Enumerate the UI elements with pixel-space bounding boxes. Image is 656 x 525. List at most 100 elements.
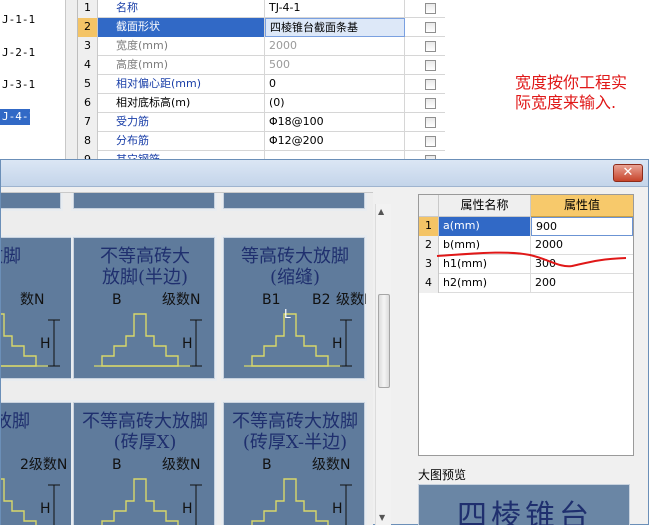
tile-n-label: 数N bbox=[20, 292, 44, 308]
property-name: 宽度(mm) bbox=[98, 37, 265, 56]
gallery-tile[interactable]: 不等高砖大放脚 (砖厚X-半边) B 级数N H bbox=[221, 400, 367, 525]
tile-h-label: H bbox=[182, 501, 193, 517]
tile-n-label: 级数N bbox=[162, 457, 200, 473]
tree-item-selected[interactable]: J-4-1 bbox=[0, 109, 35, 125]
header-attr-name: 属性名称 bbox=[439, 195, 531, 217]
tree-item[interactable]: J-1-1 bbox=[0, 12, 35, 28]
property-value[interactable]: 2000 bbox=[265, 37, 405, 56]
gallery-tile-partial[interactable] bbox=[1, 193, 63, 211]
attribute-value[interactable]: 900 bbox=[531, 217, 633, 236]
attribute-value[interactable]: 300 bbox=[531, 255, 633, 274]
preview-title: 四棱锥台 bbox=[457, 499, 593, 525]
property-checkbox[interactable] bbox=[425, 79, 436, 90]
component-tree: J-1-1 J-2-1 J-3-1 J-4-1 bbox=[0, 0, 66, 160]
tile-title-line1: 不等高砖大 bbox=[100, 246, 190, 267]
scroll-down-icon[interactable]: ▼ bbox=[379, 513, 385, 522]
property-value[interactable]: 0 bbox=[265, 75, 405, 94]
scroll-thumb[interactable] bbox=[378, 294, 390, 388]
property-row[interactable]: 3 宽度(mm) 2000 bbox=[78, 37, 445, 56]
tile-title-line1: 不等高砖大放脚 bbox=[82, 411, 208, 432]
row-number: 8 bbox=[78, 132, 98, 151]
row-number: 4 bbox=[78, 56, 98, 75]
gallery-tile[interactable]: 大放脚 2级数N H bbox=[1, 400, 75, 525]
attribute-name: b(mm) bbox=[439, 236, 531, 255]
property-row[interactable]: 7 受力筋 Φ18@100 bbox=[78, 113, 445, 132]
tile-drawing: 放脚数N H bbox=[1, 246, 60, 367]
property-row[interactable]: 5 相对偏心距(mm) 0 bbox=[78, 75, 445, 94]
tile-title-line2: (砖厚X-半边) bbox=[243, 432, 347, 453]
attribute-table-header: 属性名称 属性值 bbox=[419, 195, 633, 217]
tree-item[interactable]: J-3-1 bbox=[0, 77, 35, 93]
tile-title-line2: 放脚(半边) bbox=[102, 267, 188, 288]
property-name: 截面形状 bbox=[98, 18, 265, 37]
row-number: 1 bbox=[419, 217, 439, 236]
property-checkbox[interactable] bbox=[425, 3, 436, 14]
preview-label: 大图预览 bbox=[418, 468, 467, 482]
attribute-row[interactable]: 1 a(mm) 900 bbox=[419, 217, 633, 236]
property-value[interactable]: Φ12@200 bbox=[265, 132, 405, 151]
row-number: 6 bbox=[78, 94, 98, 113]
property-value[interactable]: TJ-4-1 bbox=[265, 0, 405, 18]
attribute-value[interactable]: 2000 bbox=[531, 236, 633, 255]
dialog-titlebar[interactable]: ✕ bbox=[1, 160, 648, 187]
tile-title-line1: 等高砖大放脚 bbox=[241, 246, 349, 267]
tile-n-label: 级数N bbox=[312, 457, 350, 473]
attribute-row[interactable]: 3 h1(mm) 300 bbox=[419, 255, 633, 274]
property-value[interactable]: 四棱锥台截面条基 bbox=[265, 18, 405, 37]
property-name: 名称 bbox=[98, 0, 265, 18]
tile-h-label: H bbox=[40, 336, 51, 352]
section-dialog: ✕ 放脚数NH不等高砖大放脚(半边)B级数NH等高砖大放脚(缩缝)B1B2L级数… bbox=[0, 159, 649, 525]
gallery-tile-partial[interactable] bbox=[71, 193, 217, 211]
scroll-up-icon[interactable]: ▲ bbox=[378, 207, 384, 216]
attribute-name: h1(mm) bbox=[439, 255, 531, 274]
tile-title-line1: 放脚 bbox=[1, 246, 21, 267]
tile-b-label: B bbox=[112, 292, 122, 308]
tile-drawing: 不等高砖大放脚(半边) B 级数N H bbox=[94, 246, 202, 367]
red-annotation: 宽度按你工程实际宽度来输入. bbox=[515, 73, 628, 112]
property-name: 高度(mm) bbox=[98, 56, 265, 75]
property-value[interactable]: 500 bbox=[265, 56, 405, 75]
gallery-tile[interactable]: 不等高砖大 放脚(半边) B 级数N H bbox=[71, 235, 217, 381]
tile-h-label: H bbox=[332, 336, 343, 352]
gallery-tile[interactable]: 放脚数N H bbox=[1, 235, 75, 381]
gallery-tile[interactable]: 等高砖大放脚(缩缝) B1 B2 L 级数N H bbox=[221, 235, 367, 381]
close-button[interactable]: ✕ bbox=[613, 164, 643, 182]
tile-n-label: 级数N bbox=[162, 292, 200, 308]
splitter[interactable] bbox=[66, 0, 78, 160]
property-value[interactable]: (0) bbox=[265, 94, 405, 113]
row-number: 3 bbox=[419, 255, 439, 274]
attribute-value[interactable]: 200 bbox=[531, 274, 633, 293]
tile-h-label: H bbox=[182, 336, 193, 352]
attribute-table: 属性名称 属性值 1 a(mm) 900 2 b(mm) 2000 3 h1(mm) 300 4 h… bbox=[418, 194, 634, 456]
property-row[interactable]: 2 截面形状 四棱锥台截面条基 bbox=[78, 18, 445, 37]
property-value[interactable]: Φ18@100 bbox=[265, 113, 405, 132]
property-row[interactable]: 4 高度(mm) 500 bbox=[78, 56, 445, 75]
tile-title-line2: (砖厚X) bbox=[114, 432, 177, 453]
tile-h-label: H bbox=[332, 501, 343, 517]
property-checkbox[interactable] bbox=[425, 41, 436, 52]
property-checkbox[interactable] bbox=[425, 60, 436, 71]
gallery-scrollbar[interactable]: ▲ ▼ bbox=[375, 204, 391, 525]
property-checkbox[interactable] bbox=[425, 136, 436, 147]
row-number: 3 bbox=[78, 37, 98, 56]
tile-n-label: 2级数N bbox=[20, 457, 67, 473]
row-number: 2 bbox=[419, 236, 439, 255]
tile-b-label: B bbox=[112, 457, 122, 473]
property-checkbox[interactable] bbox=[425, 117, 436, 128]
tree-item[interactable]: J-2-1 bbox=[0, 45, 35, 61]
property-row[interactable]: 6 相对底标高(m) (0) bbox=[78, 94, 445, 113]
attribute-row[interactable]: 2 b(mm) 2000 bbox=[419, 236, 633, 255]
property-name: 相对底标高(m) bbox=[98, 94, 265, 113]
gallery-tile[interactable]: 不等高砖大放脚 (砖厚X) B 级数N H bbox=[71, 400, 217, 525]
attribute-name: a(mm) bbox=[439, 217, 531, 236]
property-row[interactable]: 1 名称 TJ-4-1 bbox=[78, 0, 445, 18]
header-attr-value: 属性值 bbox=[531, 195, 633, 217]
tile-title-line1: 大放脚 bbox=[1, 411, 30, 432]
property-checkbox[interactable] bbox=[425, 98, 436, 109]
property-row[interactable]: 8 分布筋 Φ12@200 bbox=[78, 132, 445, 151]
property-grid: 1 名称 TJ-4-1 2 截面形状 四棱锥台截面条基 3 宽度(mm) 2000 4 高度(mm)… bbox=[78, 0, 445, 170]
attribute-row[interactable]: 4 h2(mm) 200 bbox=[419, 274, 633, 293]
attribute-name: h2(mm) bbox=[439, 274, 531, 293]
gallery-tile-partial[interactable] bbox=[221, 193, 367, 211]
property-checkbox[interactable] bbox=[425, 22, 436, 33]
